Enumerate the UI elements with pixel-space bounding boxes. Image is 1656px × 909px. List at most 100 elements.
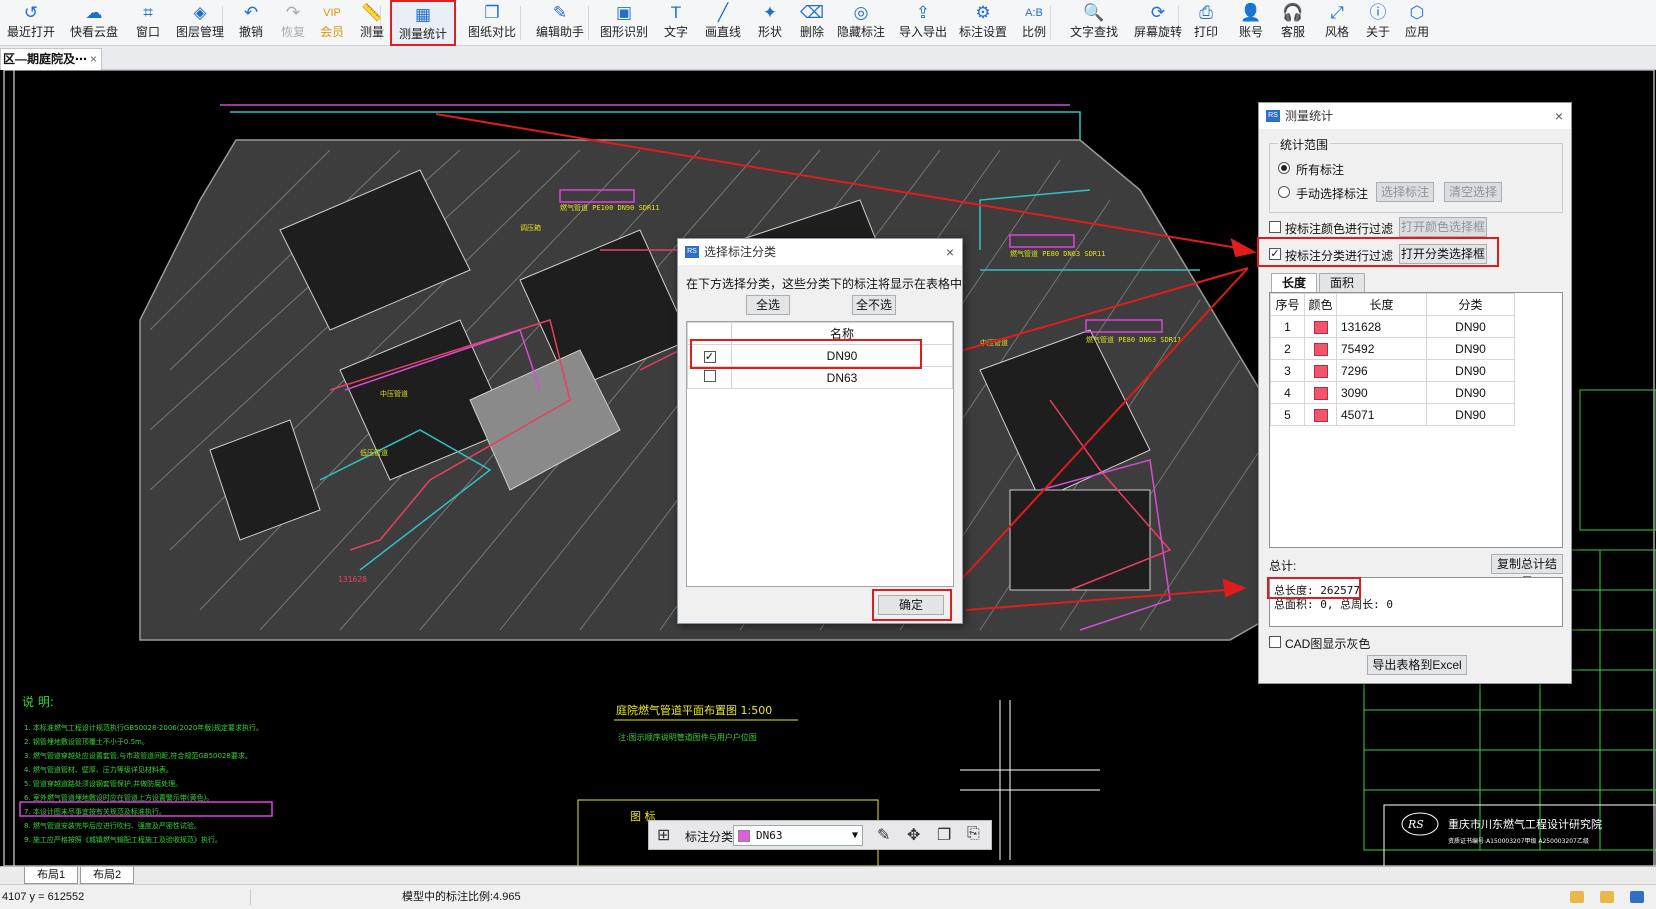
export-excel-button[interactable]: 导出表格到Excel <box>1367 655 1467 675</box>
select-marks-button[interactable]: 选择标注 <box>1376 182 1434 202</box>
category-name: DN63 <box>731 366 953 389</box>
toolbar-button-20[interactable]: 🔍 文字查找 <box>1064 2 1124 44</box>
layer-icon[interactable] <box>1570 891 1584 903</box>
svg-text:低压管道: 低压管道 <box>360 448 388 457</box>
tab-area[interactable]: 面积 <box>1319 273 1365 293</box>
toolbar-label: 图纸对比 <box>467 25 516 39</box>
copy-total-button[interactable]: 复制总计结果 <box>1491 554 1563 589</box>
toolbar-button-22[interactable]: ⎙ 打印 <box>1188 2 1224 44</box>
stats-table: 序号 颜色 长度 分类 1 131628 DN90 2 75492 DN90 3… <box>1270 293 1515 426</box>
toolbar-icon: 👤 <box>1240 3 1262 22</box>
copy-icon[interactable]: ❐ <box>937 825 951 845</box>
toolbar-button-6[interactable]: VIP 会员 <box>316 2 348 44</box>
toolbar-button-16[interactable]: ◎ 隐藏标注 <box>834 2 888 44</box>
status-divider <box>250 889 251 905</box>
paste-icon[interactable]: ⎘ <box>967 825 980 843</box>
toolbar-button-24[interactable]: 🎧 客服 <box>1276 2 1310 44</box>
scope-title: 统计范围 <box>1278 136 1331 153</box>
clear-selection-button[interactable]: 清空选择 <box>1444 182 1502 202</box>
toolbar-label: 编辑助手 <box>535 25 584 39</box>
toolbar-button-5[interactable]: ↷ 恢复 <box>276 2 310 44</box>
svg-text:燃气管道 PE100 DN90 SDR11: 燃气管道 PE100 DN90 SDR11 <box>560 203 660 212</box>
toolbar-button-12[interactable]: T 文字 <box>660 2 692 44</box>
toolbar-button-13[interactable]: ╱ 画直线 <box>700 2 746 44</box>
toolbar-label: 最近打开 <box>6 25 55 39</box>
document-tab[interactable]: 区—期庭院及⋯ × <box>0 48 102 70</box>
table-row[interactable]: 4 3090 DN90 <box>1270 381 1515 404</box>
toolbar-button-18[interactable]: ⚙ 标注设置 <box>956 2 1010 44</box>
close-tab-icon[interactable]: × <box>90 49 97 69</box>
tab-layout-2[interactable]: 布局2 <box>80 867 135 884</box>
note-line: 4. 燃气管道管材、壁厚、压力等级详见材料表。 <box>24 765 173 774</box>
toolbar-button-4[interactable]: ↶ 撤销 <box>234 2 268 44</box>
toolbar-button-21[interactable]: ⟳ 屏幕旋转 <box>1130 2 1186 44</box>
toolbar-icon: ⇪ <box>915 3 931 22</box>
cad-gray-checkbox[interactable] <box>1269 636 1281 648</box>
app-icon[interactable] <box>1630 891 1644 903</box>
table-row[interactable]: 3 7296 DN90 <box>1270 359 1515 382</box>
toolbar-icon: ⓘ <box>1369 3 1387 22</box>
row-category: DN90 <box>1426 337 1515 360</box>
tab-layout-1[interactable]: 布局1 <box>24 867 79 884</box>
toolbar-button-14[interactable]: ✦ 形状 <box>752 2 788 44</box>
measurement-stats-dialog: RS 测量统计 × 统计范围 所有标注 手动选择标注 选择标注 清空选择 按标注… <box>1257 102 1572 684</box>
toolbar-button-26[interactable]: ⓘ 关于 <box>1362 2 1394 44</box>
annotation-category-toolbar: ⊞ 标注分类 DN63 ▼ ✎ ✥ ❐ ⎘ <box>648 820 992 850</box>
row-index: 3 <box>1270 359 1305 382</box>
open-color-picker-button[interactable]: 打开颜色选择框 <box>1399 217 1487 237</box>
toolbar-label: 文字查找 <box>1069 25 1118 39</box>
row-index: 2 <box>1270 337 1305 360</box>
toolbar-button-27[interactable]: ⬡ 应用 <box>1400 2 1434 44</box>
filter-color-checkbox[interactable] <box>1269 221 1281 233</box>
toolbar-button-9[interactable]: ❐ 图纸对比 <box>462 2 522 44</box>
toolbar-icon: ↺ <box>23 3 39 22</box>
toolbar-label: 屏幕旋转 <box>1133 25 1182 39</box>
toolbar-button-7[interactable]: 📏 测量 <box>356 2 388 44</box>
color-swatch <box>1313 408 1328 422</box>
toolbar-label: 打印 <box>1193 25 1218 39</box>
table-row[interactable]: 5 45071 DN90 <box>1270 403 1515 426</box>
toolbar-button-23[interactable]: 👤 账号 <box>1234 2 1268 44</box>
toolbar-button-17[interactable]: ⇪ 导入导出 <box>896 2 950 44</box>
toolbar-button-1[interactable]: ☁ 快看云盘 <box>66 2 122 44</box>
highlight-box <box>872 589 952 621</box>
grid-icon[interactable]: ⊞ <box>657 825 670 845</box>
row-category: DN90 <box>1426 381 1515 404</box>
toolbar-button-2[interactable]: ⌗ 窗口 <box>130 2 166 44</box>
toolbar-button-0[interactable]: ↺ 最近打开 <box>6 2 56 44</box>
toolbar-button-25[interactable]: ⤢ 风格 <box>1320 2 1354 44</box>
settings-icon[interactable] <box>1600 891 1614 903</box>
category-row[interactable]: DN63 <box>687 366 953 389</box>
toolbar-icon: 🎧 <box>1282 3 1304 22</box>
scope-all-radio[interactable] <box>1278 162 1290 174</box>
scope-manual-radio[interactable] <box>1278 186 1290 198</box>
toolbar-button-19[interactable]: A:B 比例 <box>1016 2 1052 44</box>
toolbar-button-3[interactable]: ◈ 图层管理 <box>170 2 230 44</box>
scope-manual-label: 手动选择标注 <box>1296 187 1369 201</box>
toolbar-button-8[interactable]: ▦ 测量统计 <box>390 0 456 46</box>
table-row[interactable]: 2 75492 DN90 <box>1270 337 1515 360</box>
toolbar-icon: ✦ <box>762 3 778 22</box>
tab-length[interactable]: 长度 <box>1271 273 1317 293</box>
highlight-box <box>1267 577 1361 599</box>
cad-gray-label: CAD图显示灰色 <box>1285 637 1371 651</box>
category-select[interactable]: DN63 ▼ <box>733 825 863 846</box>
select-none-button[interactable]: 全不选 <box>852 295 896 315</box>
edit-icon[interactable]: ✎ <box>877 825 890 845</box>
toolbar-label: 恢复 <box>280 25 305 39</box>
toolbar-button-11[interactable]: ▣ 图形识别 <box>598 2 650 44</box>
move-icon[interactable]: ✥ <box>907 825 920 845</box>
select-dialog-title: 选择标注分类 <box>704 245 777 259</box>
category-checkbox[interactable] <box>703 370 716 382</box>
toolbar-label: 测量统计 <box>398 27 447 41</box>
close-icon[interactable]: × <box>946 239 954 265</box>
note-line: 9. 施工应严格按照《城镇燃气输配工程施工及验收规范》执行。 <box>24 835 222 844</box>
toolbar-label: 会员 <box>319 25 344 39</box>
row-index: 5 <box>1270 403 1305 426</box>
select-all-button[interactable]: 全选 <box>746 295 790 315</box>
toolbar-button-10[interactable]: ✎ 编辑助手 <box>528 2 592 44</box>
toolbar-button-15[interactable]: ⌫ 删除 <box>794 2 830 44</box>
table-row[interactable]: 1 131628 DN90 <box>1270 315 1515 338</box>
highlight-box <box>1257 237 1499 267</box>
close-icon[interactable]: × <box>1555 103 1563 129</box>
